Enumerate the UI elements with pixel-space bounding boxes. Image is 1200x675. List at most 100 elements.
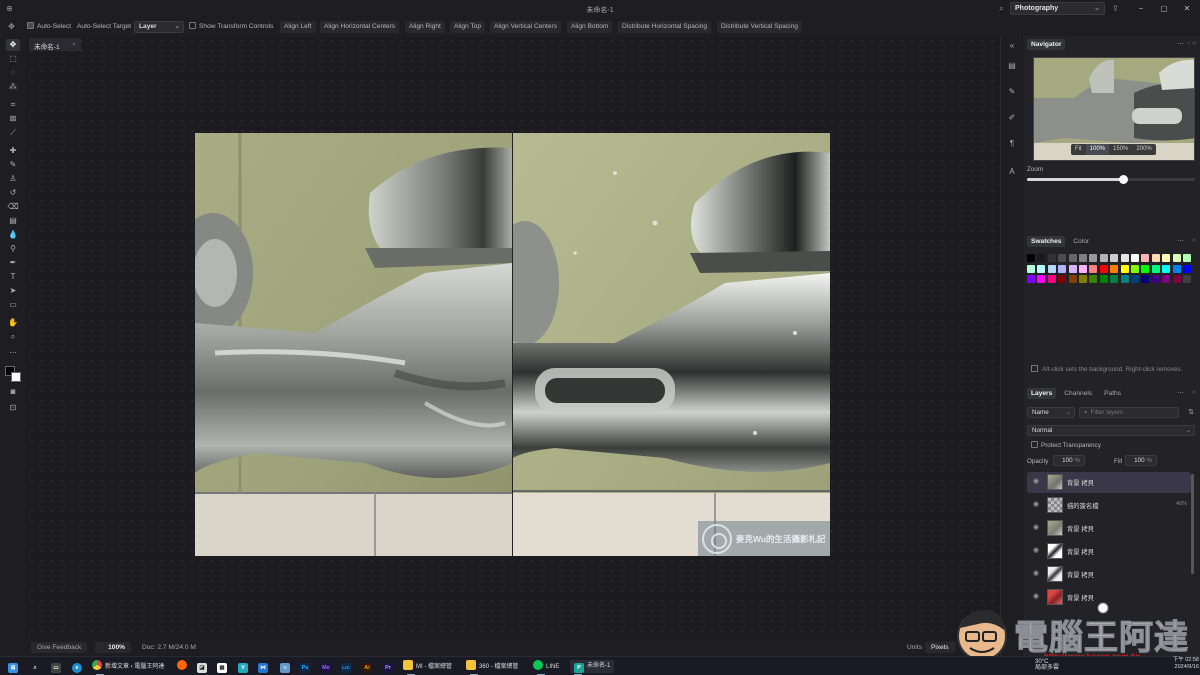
zoom-200-button[interactable]: 200%: [1132, 144, 1155, 155]
color-swatch[interactable]: [1089, 254, 1098, 262]
path-select-icon[interactable]: ➤: [6, 285, 20, 297]
color-swatch[interactable]: [1131, 275, 1139, 283]
color-swatch[interactable]: [1110, 254, 1119, 262]
color-swatch[interactable]: [1120, 254, 1129, 262]
photoshop-app[interactable]: Ps: [300, 660, 313, 673]
color-swatch[interactable]: [1151, 264, 1160, 273]
photopea-app[interactable]: P 未命名-1: [570, 660, 615, 675]
color-swatch[interactable]: [1079, 254, 1087, 262]
firefox-app[interactable]: [177, 660, 190, 673]
close-button[interactable]: ✕: [1180, 2, 1194, 16]
hand-tool-icon[interactable]: ✋: [6, 317, 20, 329]
color-swatch[interactable]: [1068, 254, 1077, 262]
zoom-tool-icon[interactable]: ⌕: [6, 331, 20, 343]
protect-transparency-checkbox[interactable]: Protect Transparency: [1031, 441, 1101, 449]
menu-icon[interactable]: ⋯: [1177, 40, 1184, 48]
media-encoder-app[interactable]: Me: [321, 660, 334, 673]
opacity-input[interactable]: 100 %: [1053, 455, 1085, 466]
zoom-field[interactable]: 100%: [95, 642, 131, 653]
add-swatch-icon[interactable]: [1031, 365, 1038, 372]
color-swatch[interactable]: [1099, 264, 1108, 273]
give-feedback-button[interactable]: Give Feedback: [31, 642, 88, 653]
align-right-button[interactable]: Align Right: [405, 21, 445, 33]
color-swatch[interactable]: [1110, 275, 1119, 283]
align-top-button[interactable]: Align Top: [450, 21, 486, 33]
lasso-tool-icon[interactable]: ◌: [6, 67, 20, 79]
layers-menu-icon[interactable]: ⋯: [1177, 389, 1184, 397]
color-swatch[interactable]: [1162, 254, 1171, 262]
layer-row[interactable]: ◉ 描的簽名檔 40%: [1027, 495, 1191, 516]
more-tools-icon[interactable]: ⋯: [6, 347, 20, 359]
color-swatch[interactable]: [1099, 275, 1108, 283]
color-swatch[interactable]: [1183, 264, 1191, 273]
filter-toggle-icon[interactable]: ⇅: [1188, 408, 1194, 416]
marquee-tool-icon[interactable]: ⬚: [6, 53, 20, 65]
collapse-icon[interactable]: «: [1006, 40, 1018, 52]
start-button[interactable]: ⊞: [8, 660, 21, 673]
zoom-100-button[interactable]: 100%: [1085, 144, 1110, 155]
eraser-tool-icon[interactable]: ⌫: [6, 201, 20, 213]
history-brush-icon[interactable]: ↺: [6, 187, 20, 199]
zoom-slider[interactable]: [1027, 175, 1195, 184]
screen-mode-icon[interactable]: ⊡: [6, 402, 20, 414]
brush-panel-icon[interactable]: ✎: [1006, 86, 1018, 98]
premiere-app[interactable]: Pr: [383, 660, 396, 673]
magic-wand-icon[interactable]: ⁂: [6, 81, 20, 93]
color-swatch[interactable]: [1120, 264, 1129, 273]
color-swatch[interactable]: [1068, 275, 1077, 283]
tab-channels[interactable]: Channels: [1060, 388, 1096, 399]
chrome-app[interactable]: 新增文章 ‹ 電腦王阿達: [92, 660, 164, 675]
color-swatch[interactable]: [1162, 275, 1171, 283]
history-panel-icon[interactable]: ▤: [1006, 60, 1018, 72]
color-swatch[interactable]: [1151, 275, 1160, 283]
color-swatch[interactable]: [1047, 254, 1056, 262]
auto-select-checkbox[interactable]: Auto-Select: [27, 21, 71, 33]
color-swatch[interactable]: [1120, 275, 1129, 283]
eye-icon[interactable]: ◉: [1033, 547, 1041, 555]
illustrator-app[interactable]: Ai: [362, 660, 375, 673]
align-left-button[interactable]: Align Left: [280, 21, 316, 33]
search-icon[interactable]: ⌕: [996, 3, 1007, 14]
healing-brush-icon[interactable]: ✚: [6, 145, 20, 157]
pen-tool-icon[interactable]: ✒: [6, 257, 20, 269]
lightroom-app[interactable]: LrC: [341, 660, 354, 673]
color-swatch[interactable]: [1162, 264, 1171, 273]
color-swatch[interactable]: [1172, 275, 1181, 283]
color-swatch[interactable]: [1141, 254, 1150, 262]
edge-app[interactable]: e: [72, 660, 85, 673]
clone-stamp-icon[interactable]: ♙: [6, 173, 20, 185]
move-tool-icon[interactable]: ✥: [6, 39, 20, 51]
type-tool-icon[interactable]: T: [6, 271, 20, 283]
color-swatch[interactable]: [1089, 275, 1098, 283]
zoom-150-button[interactable]: 150%: [1109, 144, 1132, 155]
close-icon[interactable]: ×: [72, 41, 76, 48]
color-swatch[interactable]: [1058, 264, 1067, 273]
minimize-button[interactable]: −: [1134, 2, 1148, 16]
fill-input[interactable]: 100 %: [1125, 455, 1157, 466]
dodge-tool-icon[interactable]: ⚲: [6, 243, 20, 255]
tab-navigator[interactable]: Navigator: [1027, 39, 1066, 50]
color-swatch[interactable]: [1068, 264, 1077, 273]
weather-widget[interactable]: 30°C 局部多雲: [1035, 659, 1059, 672]
target-select[interactable]: Layer ⌄: [134, 21, 184, 33]
distribute-v-button[interactable]: Distribute Vertical Spacing: [717, 21, 802, 33]
color-swatch[interactable]: [1037, 264, 1046, 273]
shape-tool-icon[interactable]: ▭: [6, 299, 20, 311]
swatches-menu-icon[interactable]: ⋯: [1177, 237, 1184, 245]
color-swatch[interactable]: [1037, 275, 1046, 283]
color-swatch[interactable]: [1110, 264, 1119, 273]
color-swatch[interactable]: [1047, 275, 1056, 283]
tab-color[interactable]: Color: [1069, 236, 1093, 247]
color-swatch[interactable]: [1047, 264, 1056, 273]
show-transform-checkbox[interactable]: Show Transform Controls: [189, 21, 273, 33]
collapse-panel-icon[interactable]: «: [1192, 40, 1196, 47]
color-swatch[interactable]: [1027, 264, 1035, 273]
color-swatch[interactable]: [1151, 254, 1160, 262]
layer-row[interactable]: ◉ 背景 拷貝: [1027, 518, 1191, 539]
color-swatch[interactable]: [1183, 254, 1191, 262]
document-tab[interactable]: 未命名-1 ×: [29, 38, 81, 51]
share-icon[interactable]: ⇪: [1110, 3, 1121, 14]
color-swatch[interactable]: [1172, 264, 1181, 273]
eye-icon[interactable]: ◉: [1033, 478, 1041, 486]
tab-paths[interactable]: Paths: [1100, 388, 1125, 399]
